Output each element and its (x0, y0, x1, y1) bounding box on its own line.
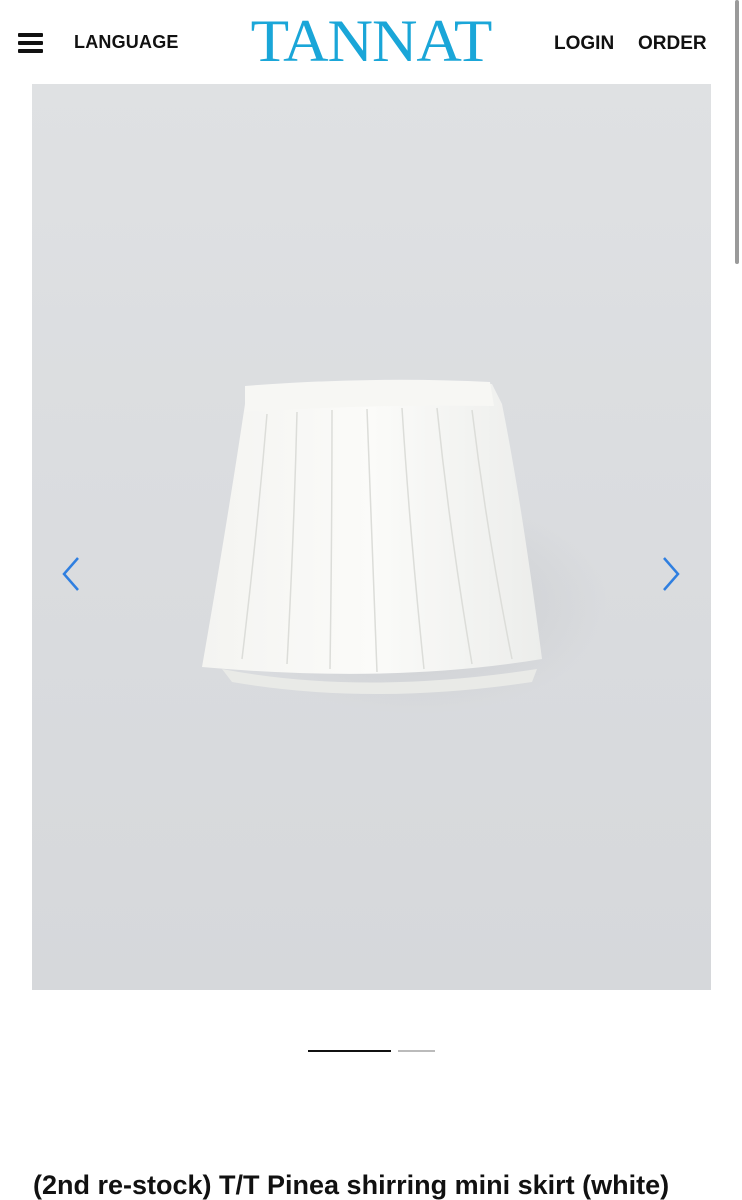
brand-logo[interactable]: TANNAT (247, 10, 495, 72)
chevron-left-icon[interactable] (58, 554, 88, 594)
slide-indicator-1[interactable] (308, 1050, 391, 1052)
order-link[interactable]: ORDER (638, 33, 707, 55)
product-page: LANGUAGE TANNAT LOGIN ORDER (2nd re-stoc… (0, 0, 742, 1200)
product-image-gallery[interactable] (32, 84, 711, 990)
slide-indicators (0, 1050, 742, 1054)
language-link[interactable]: LANGUAGE (74, 32, 179, 53)
scrollbar-thumb[interactable] (735, 0, 739, 264)
product-photo (202, 379, 607, 714)
slide-indicator-2[interactable] (398, 1050, 435, 1052)
hamburger-menu-icon[interactable] (18, 33, 43, 53)
product-title: (2nd re-stock) T/T Pinea shirring mini s… (33, 1170, 670, 1200)
login-link[interactable]: LOGIN (554, 33, 614, 55)
chevron-right-icon[interactable] (654, 554, 684, 594)
site-header: LANGUAGE TANNAT LOGIN ORDER (0, 0, 742, 84)
